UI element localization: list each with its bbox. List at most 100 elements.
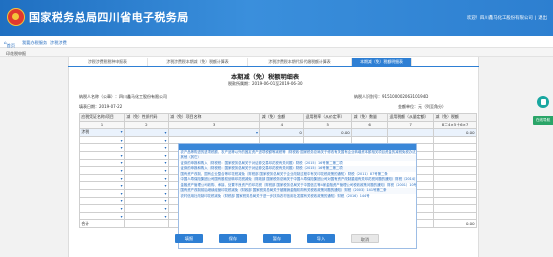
fill-date-label: 填表日期：	[79, 104, 99, 109]
column-index: 1	[79, 120, 125, 130]
chevron-down-icon[interactable]: ▾	[165, 153, 167, 158]
tax-rate-value: 0.00	[303, 128, 353, 137]
chevron-down-icon[interactable]: ▾	[165, 191, 167, 196]
chevron-down-icon[interactable]: ▾	[165, 198, 167, 203]
empty-cell: ▾	[79, 150, 125, 160]
empty-cell: ▾	[123, 188, 169, 198]
empty-cell: ▾	[79, 158, 125, 168]
table-index-row: 1 2 3 4 5 6 7 8＝4×5＋6×7	[79, 120, 477, 130]
chevron-down-icon[interactable]: ▾	[165, 168, 167, 173]
temp-save-button[interactable]: 暂存	[263, 234, 291, 243]
empty-cell: ▾	[123, 211, 169, 221]
sub-tab-reduction-detail[interactable]: 本期减（免）税额明细表	[352, 58, 412, 66]
chevron-down-icon[interactable]: ▾	[121, 138, 123, 143]
sub-tab-withholding-calc[interactable]: 涉税涉费税本期代扣代缴税额计算表	[248, 58, 352, 66]
save-button[interactable]: 保存	[219, 234, 247, 243]
chevron-down-icon[interactable]: ▾	[121, 198, 123, 203]
column-index: 5	[303, 120, 353, 130]
empty-cell: ▾	[123, 143, 169, 152]
empty-cell	[433, 158, 477, 168]
chevron-down-icon[interactable]: ▾	[121, 145, 123, 150]
empty-cell	[433, 173, 477, 183]
fill-date: 填表日期：2019-07-22	[79, 104, 122, 110]
reduction-qty-input[interactable]	[351, 128, 389, 137]
welcome-text[interactable]: 欢迎！四川鑫马化工股份有限公司	[467, 16, 533, 21]
breadcrumb-item-tax[interactable]: 涉税涉费	[50, 40, 67, 46]
chevron-down-icon[interactable]: ▾	[121, 130, 123, 135]
home-link[interactable]: ⌂ 首页	[4, 40, 15, 49]
empty-cell	[433, 188, 477, 198]
reduction-tax-value: 0.00	[433, 128, 477, 137]
cancel-button[interactable]: 取消	[351, 234, 379, 243]
column-header: 减（免）税额	[433, 113, 477, 122]
sub-tab-declaration[interactable]: 涉税涉费税税种申报表	[68, 58, 148, 66]
empty-cell: ▾	[123, 166, 169, 175]
empty-cell: ▾	[123, 181, 169, 190]
chevron-down-icon[interactable]: ▾	[165, 138, 167, 143]
empty-cell	[433, 204, 477, 213]
form-title: 本期减（免）税额明细表	[231, 74, 300, 81]
voucher-name-select[interactable]: ▾	[79, 135, 125, 145]
taxpayer-id-value: 91510000206310194D	[382, 94, 429, 99]
reduction-item-dropdown[interactable]: 农产品等购进的进项税额、农产品等以外的固定资产进项税额等减税等（财税政·国家税务…	[178, 143, 417, 249]
tax-period-label: 税款所属期：	[228, 81, 252, 86]
taxpayer-id-label: 纳税人识别号：	[354, 94, 382, 99]
chevron-down-icon[interactable]: ▾	[121, 168, 123, 173]
taxpayer-name-value: 四川鑫马化工股份有限公司	[119, 94, 167, 99]
site-title: 国家税务总局四川省电子税务局	[29, 11, 189, 24]
empty-cell	[433, 166, 477, 175]
reduction-code-select[interactable]: ▾	[123, 128, 169, 137]
column-header: 减（免）项目名称	[167, 113, 261, 122]
column-header: 适用税率（从价定率）	[303, 113, 353, 122]
chevron-down-icon[interactable]: ▾	[165, 130, 167, 135]
empty-cell: ▾	[123, 196, 169, 206]
import-button[interactable]: 导入	[307, 234, 335, 243]
chevron-down-icon[interactable]: ▾	[121, 183, 123, 188]
reduction-code-select[interactable]: ▾	[123, 135, 169, 145]
empty-cell	[433, 181, 477, 190]
separator: |	[534, 16, 537, 21]
breadcrumb-item-service[interactable]: 我要办税服务	[22, 40, 47, 46]
table-row: 涉税 ▾ ▾ ▾ 0 0.00 0.00	[79, 128, 477, 137]
chevron-down-icon[interactable]: ▾	[121, 214, 123, 219]
top-banner: 国家税务总局四川省电子税务局 欢迎！四川鑫马化工股份有限公司 | 退出	[0, 0, 553, 36]
national-emblem-icon	[7, 8, 25, 26]
empty-cell: ▾	[123, 204, 169, 213]
dropdown-option[interactable]: 农产品等购进的进项税额、农产品等以外的固定资产进项税额等减税等（财税政·国家税务…	[179, 150, 417, 156]
chevron-down-icon[interactable]: ▾	[165, 145, 167, 150]
chevron-down-icon[interactable]: ▾	[121, 206, 123, 211]
online-service-button[interactable]: 在线导航	[533, 116, 553, 125]
chevron-down-icon[interactable]: ▾	[256, 130, 258, 135]
chevron-down-icon[interactable]: ▾	[165, 206, 167, 211]
voucher-name-select[interactable]: 涉税 ▾	[79, 128, 125, 137]
chevron-down-icon[interactable]: ▾	[121, 176, 123, 181]
empty-cell: ▾	[79, 173, 125, 183]
chevron-down-icon[interactable]: ▾	[165, 160, 167, 165]
fill-button[interactable]: 填报	[175, 234, 203, 243]
chevron-down-icon[interactable]: ▾	[165, 183, 167, 188]
tax-period: 税款所属期：2019-06-01至2019-06-30	[228, 81, 303, 87]
column-header: 适用税额（从量定额）	[387, 113, 435, 122]
logout-link[interactable]: 退出	[538, 16, 547, 21]
dropdown-option[interactable]: 农村信用社改制印花税减免（财税部 国家税务总局关于进一步扶持农村信用社发展有关税…	[179, 194, 416, 200]
reduction-item-select[interactable]: ▾	[167, 128, 261, 137]
empty-cell: ▾	[123, 158, 169, 168]
chevron-down-icon[interactable]: ▾	[121, 153, 123, 158]
taxpayer-name: 纳税人名称（公章）：四川鑫马化工股份有限公司	[79, 94, 167, 100]
column-header: 减（免）金额	[259, 113, 305, 122]
chevron-down-icon[interactable]: ▾	[165, 214, 167, 219]
reduction-amount-input[interactable]: 0	[259, 128, 305, 137]
chevron-down-icon[interactable]: ▾	[165, 176, 167, 181]
column-index: 3	[167, 120, 261, 130]
empty-cell	[433, 196, 477, 206]
chevron-down-icon[interactable]: ▾	[121, 191, 123, 196]
empty-cell: ▾	[123, 173, 169, 183]
page-tab-stamp-tax[interactable]: 印花税申报	[6, 51, 26, 57]
empty-cell: ▾	[79, 196, 125, 206]
sub-tab-reduction-calc[interactable]: 涉税涉费税本期减（免）税额计算表	[148, 58, 248, 66]
chevron-down-icon[interactable]: ▾	[121, 160, 123, 165]
table-header-row: 应税凭证名称/项目 减（免）性质代码 减（免）项目名称 减（免）金额 适用税率（…	[79, 113, 477, 122]
fixed-tax-value	[387, 128, 435, 137]
service-icon[interactable]	[537, 96, 549, 108]
dropdown-option[interactable]: 中国人寿保险集团公司国有股权划转印花税减免（财政部 国家税务总局关于中国人寿保险…	[179, 177, 416, 183]
